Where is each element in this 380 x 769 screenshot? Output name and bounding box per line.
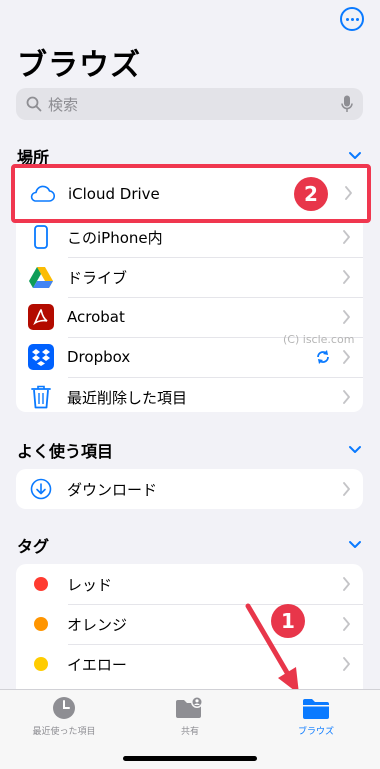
tag-label: イエロー bbox=[67, 655, 127, 674]
tag-item-orange[interactable]: オレンジ bbox=[16, 604, 363, 644]
tag-item-red[interactable]: レッド bbox=[16, 564, 363, 604]
search-icon bbox=[26, 96, 42, 112]
tag-label: レッド bbox=[67, 575, 113, 594]
tag-item-yellow[interactable]: イエロー bbox=[16, 644, 363, 684]
dot bbox=[355, 17, 359, 21]
location-label: 最近削除した項目 bbox=[67, 388, 188, 407]
location-label: Acrobat bbox=[67, 308, 125, 326]
tag-dot-icon bbox=[28, 611, 54, 637]
location-item-google-drive[interactable]: ドライブ bbox=[16, 257, 363, 297]
acrobat-icon bbox=[28, 304, 54, 330]
favorite-item-downloads[interactable]: ダウンロード bbox=[16, 469, 363, 509]
tab-label: 共有 bbox=[180, 727, 199, 737]
chevron-right-icon bbox=[343, 482, 350, 496]
dropbox-icon bbox=[28, 344, 54, 370]
search-placeholder: 検索 bbox=[48, 95, 79, 114]
tags-section-header[interactable]: タグ bbox=[17, 533, 363, 557]
search-field[interactable]: 検索 bbox=[16, 88, 363, 120]
more-options-button[interactable] bbox=[340, 7, 364, 31]
google-drive-icon bbox=[28, 264, 54, 290]
tab-label: ブラウズ bbox=[297, 727, 334, 737]
tab-browse[interactable]: ブラウズ bbox=[261, 696, 371, 737]
page-title: ブラウズ bbox=[17, 48, 141, 83]
chevron-right-icon bbox=[343, 350, 350, 364]
shared-folder-icon bbox=[176, 696, 203, 718]
location-item-acrobat[interactable]: Acrobat bbox=[16, 297, 363, 337]
tag-label: オレンジ bbox=[67, 615, 128, 634]
watermark: (C) iscle.com bbox=[283, 333, 355, 346]
iphone-icon bbox=[28, 224, 54, 250]
annotation-badge-1: 1 bbox=[271, 604, 305, 638]
location-label: ドライブ bbox=[67, 268, 128, 287]
chevron-right-icon bbox=[343, 230, 350, 244]
sync-icon bbox=[317, 350, 329, 364]
trash-icon bbox=[28, 384, 54, 410]
section-title: よく使う項目 bbox=[17, 442, 114, 461]
icloud-icon bbox=[29, 181, 55, 207]
tab-bar: 最近使った項目 共有 ブラウズ bbox=[0, 689, 380, 769]
chevron-right-icon bbox=[343, 310, 350, 324]
chevron-right-icon bbox=[343, 657, 350, 671]
favorites-section-header[interactable]: よく使う項目 bbox=[17, 438, 363, 462]
dot bbox=[345, 17, 349, 21]
tag-dot-icon bbox=[28, 571, 54, 597]
chevron-right-icon bbox=[343, 390, 350, 404]
folder-icon bbox=[303, 699, 329, 719]
tab-label: 最近使った項目 bbox=[32, 727, 96, 737]
favorites-list: ダウンロード bbox=[16, 469, 363, 509]
dot bbox=[350, 17, 354, 21]
chevron-right-icon bbox=[343, 577, 350, 591]
tab-recents[interactable]: 最近使った項目 bbox=[9, 696, 119, 737]
download-circle-icon bbox=[28, 476, 54, 502]
section-title: タグ bbox=[17, 537, 50, 556]
chevron-right-icon bbox=[343, 270, 350, 284]
chevron-right-icon bbox=[345, 186, 352, 200]
location-label: このiPhone内 bbox=[67, 228, 163, 247]
favorite-label: ダウンロード bbox=[67, 480, 158, 499]
chevron-down-icon[interactable] bbox=[347, 537, 363, 553]
clock-icon bbox=[53, 697, 75, 719]
chevron-down-icon[interactable] bbox=[347, 148, 363, 164]
location-item-recently-deleted[interactable]: 最近削除した項目 bbox=[16, 377, 363, 412]
locations-list: このiPhone内 ドライブ Acrobat Dropbox 最近削除した項目 bbox=[16, 215, 363, 412]
annotation-badge-2: 2 bbox=[294, 177, 328, 211]
location-item-this-iphone[interactable]: このiPhone内 bbox=[16, 217, 363, 257]
tab-shared[interactable]: 共有 bbox=[135, 696, 245, 737]
chevron-right-icon bbox=[343, 617, 350, 631]
tag-dot-icon bbox=[28, 651, 54, 677]
home-indicator bbox=[123, 756, 257, 761]
chevron-down-icon[interactable] bbox=[347, 442, 363, 458]
tags-list: レッド オレンジ イエロー bbox=[16, 564, 363, 704]
microphone-icon[interactable] bbox=[341, 95, 353, 113]
